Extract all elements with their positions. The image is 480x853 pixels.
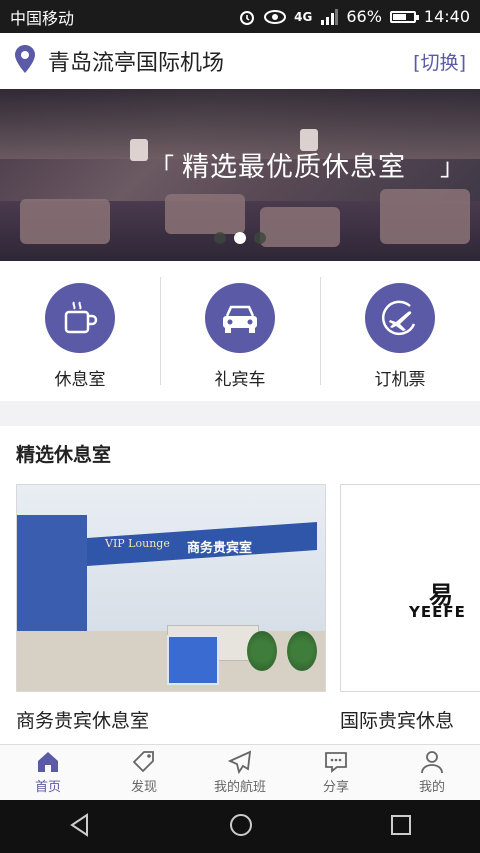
tab-label: 我的航班 xyxy=(213,780,266,795)
lounge-board xyxy=(167,635,219,685)
carousel-dot-active[interactable] xyxy=(234,232,246,244)
lounge-card[interactable]: VIP Lounge 商务贵宾室 商务贵宾休息室 xyxy=(16,484,326,733)
paper-plane-icon xyxy=(227,750,252,774)
banner-bracket-open: 「 xyxy=(150,153,174,181)
banner-caption: 精选最优质休息室 xyxy=(182,152,406,183)
banner-lamp xyxy=(130,139,148,161)
carousel-dot[interactable] xyxy=(254,232,266,244)
person-icon xyxy=(421,751,443,774)
airplane-ticket-icon xyxy=(365,283,435,353)
recents-icon[interactable] xyxy=(389,813,413,841)
signal-icon xyxy=(320,8,339,25)
eye-icon xyxy=(264,9,287,24)
lounge-title[interactable]: 商务贵宾休息室 xyxy=(16,706,326,733)
lounge-plant xyxy=(247,631,277,671)
bottom-tab-bar: 首页 发现 我的航班 分享 我的 xyxy=(0,744,480,800)
carousel-indicator xyxy=(0,232,480,244)
tab-share[interactable]: 分享 xyxy=(288,745,384,800)
banner-bracket-close: 」 xyxy=(440,153,464,181)
system-nav-bar xyxy=(0,800,480,853)
alarm-icon xyxy=(238,8,256,26)
network-type-label: 4G xyxy=(294,9,313,24)
battery-icon xyxy=(389,10,419,23)
carrier-label: 中国移动 xyxy=(10,8,75,28)
carousel-dot[interactable] xyxy=(214,232,226,244)
tab-label: 我的 xyxy=(418,780,445,795)
lounge-plant xyxy=(287,631,317,671)
tab-discover[interactable]: 发现 xyxy=(96,745,192,800)
status-bar: 中国移动 4G 66% 14:40 xyxy=(0,0,480,33)
tab-label: 首页 xyxy=(34,780,61,795)
service-label: 休息室 xyxy=(54,370,106,390)
lounge-sign-english: VIP Lounge xyxy=(105,537,170,550)
share-chat-icon xyxy=(325,752,347,773)
clock: 14:40 xyxy=(423,7,470,26)
car-icon xyxy=(205,283,275,353)
lounge-card[interactable]: 易 YEEFE 国际贵宾休息 xyxy=(340,484,480,733)
lounge-image[interactable]: VIP Lounge 商务贵宾室 xyxy=(16,484,326,692)
back-icon[interactable] xyxy=(67,812,93,842)
tab-label: 发现 xyxy=(130,780,157,795)
switch-airport-button[interactable]: [切换] xyxy=(413,48,466,75)
service-label: 礼宾车 xyxy=(214,370,266,390)
service-flight[interactable]: 订机票 xyxy=(320,261,480,401)
lounge-title[interactable]: 国际贵宾休息 xyxy=(340,706,480,733)
home-icon xyxy=(38,752,58,772)
location-header: 青岛流亭国际机场 [切换] xyxy=(0,33,480,89)
service-grid: 休息室 礼宾车 订机票 xyxy=(0,261,480,401)
service-car[interactable]: 礼宾车 xyxy=(160,261,320,401)
tag-icon xyxy=(132,751,154,773)
service-label: 订机票 xyxy=(374,370,426,390)
brand-text: YEEFE xyxy=(409,603,466,621)
coffee-cup-icon xyxy=(45,283,115,353)
tab-home[interactable]: 首页 xyxy=(0,745,96,800)
status-icons: 4G 66% 14:40 xyxy=(238,7,470,26)
battery-percent: 66% xyxy=(346,7,382,26)
brand-logo: 易 YEEFE xyxy=(341,485,480,691)
featured-lounges-section: 精选休息室 VIP Lounge 商务贵宾室 商务贵宾休息室 易 YEEFE 国… xyxy=(0,426,480,744)
tab-profile[interactable]: 我的 xyxy=(384,745,480,800)
location-pin-icon xyxy=(14,44,36,78)
lounge-sign-chinese: 商务贵宾室 xyxy=(187,541,253,556)
home-circle-icon[interactable] xyxy=(228,812,254,842)
banner-chair xyxy=(165,194,245,234)
tab-label: 分享 xyxy=(322,780,349,795)
section-title: 精选休息室 xyxy=(16,444,112,466)
tab-my-flights[interactable]: 我的航班 xyxy=(192,745,288,800)
service-lounge[interactable]: 休息室 xyxy=(0,261,160,401)
lounge-image[interactable]: 易 YEEFE xyxy=(340,484,480,692)
airport-name: 青岛流亭国际机场 xyxy=(48,51,225,76)
promo-banner[interactable]: 「 精选最优质休息室 」 xyxy=(0,89,480,261)
